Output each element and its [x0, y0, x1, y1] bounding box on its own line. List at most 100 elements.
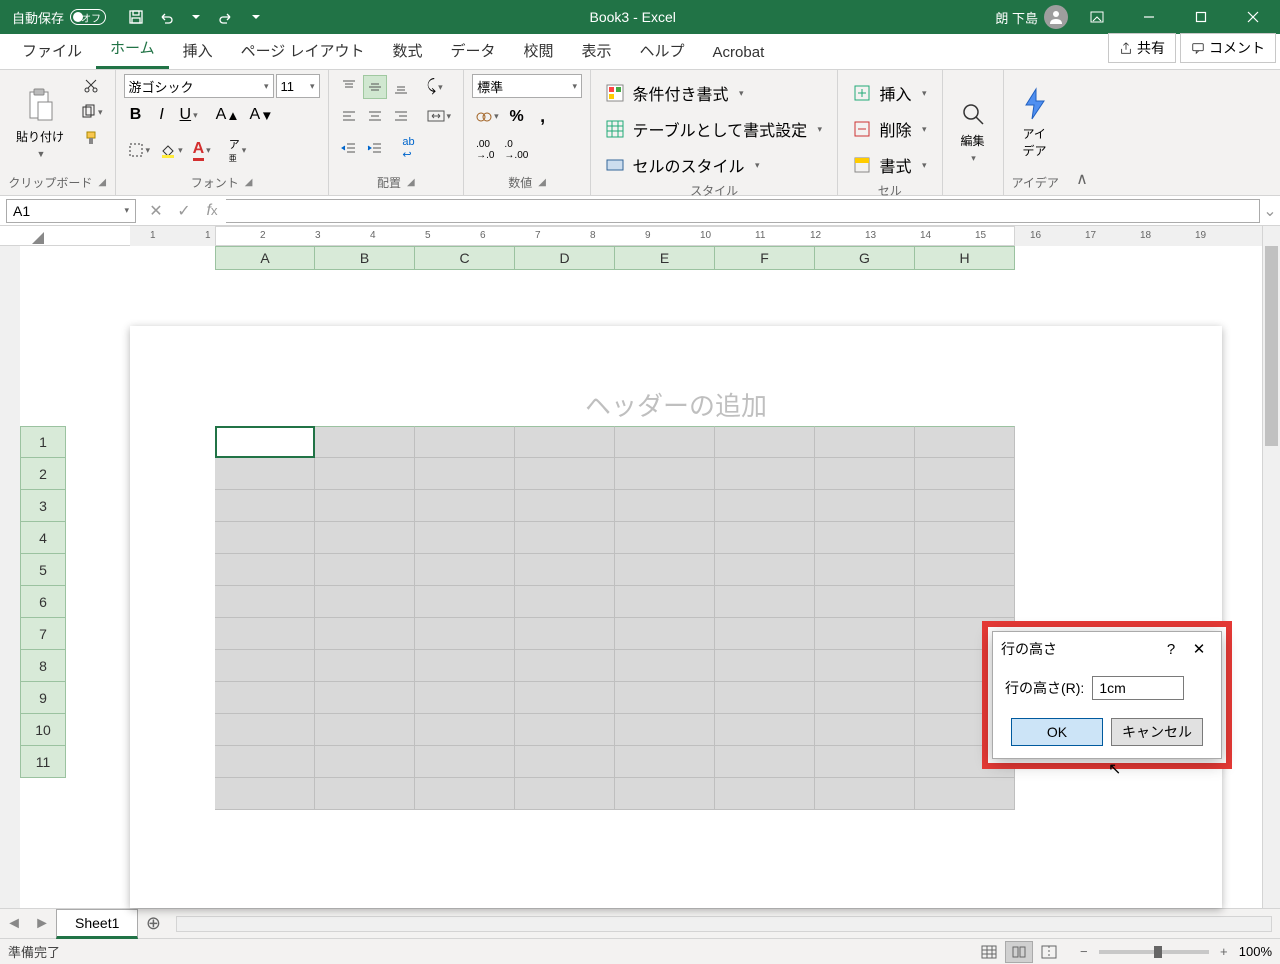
row-header[interactable]: 10 [20, 714, 66, 746]
cell[interactable] [315, 746, 415, 778]
cell[interactable] [715, 490, 815, 522]
cell[interactable] [315, 554, 415, 586]
expand-formula-bar[interactable]: ⌄ [1260, 201, 1280, 221]
format-painter-button[interactable] [76, 126, 107, 150]
autosave-toggle[interactable]: 自動保存 オフ [12, 8, 106, 27]
cell[interactable] [215, 618, 315, 650]
font-color-button[interactable]: A▾ [189, 136, 215, 165]
cell[interactable] [515, 650, 615, 682]
column-header[interactable]: F [715, 246, 815, 270]
undo-icon[interactable] [152, 3, 180, 31]
tab-home[interactable]: ホーム [96, 29, 169, 69]
normal-view-button[interactable] [975, 941, 1003, 963]
qat-more-icon[interactable] [242, 3, 270, 31]
italic-button[interactable]: I [150, 102, 174, 128]
cell[interactable] [515, 426, 615, 458]
row-header[interactable]: 6 [20, 586, 66, 618]
header-placeholder[interactable]: ヘッダーの追加 [130, 386, 1222, 423]
cell[interactable] [515, 618, 615, 650]
cell[interactable] [715, 426, 815, 458]
add-sheet-button[interactable]: ⊕ [138, 909, 168, 939]
cell[interactable] [215, 650, 315, 682]
cell[interactable] [315, 618, 415, 650]
cell[interactable] [215, 554, 315, 586]
cell[interactable] [515, 714, 615, 746]
cell[interactable] [515, 586, 615, 618]
maximize-icon[interactable] [1178, 0, 1224, 34]
cell[interactable] [615, 618, 715, 650]
user-account[interactable]: 朗 下島 [995, 5, 1068, 29]
cell[interactable] [615, 458, 715, 490]
row-header[interactable]: 2 [20, 458, 66, 490]
phonetic-button[interactable]: ア亜▾ [225, 132, 251, 168]
cell[interactable] [615, 650, 715, 682]
cell[interactable] [515, 746, 615, 778]
font-launcher[interactable]: ◢ [245, 177, 253, 188]
cell[interactable] [715, 682, 815, 714]
cell[interactable] [315, 522, 415, 554]
ribbon-display-icon[interactable] [1074, 0, 1120, 34]
number-format-select[interactable]: 標準▾ [472, 74, 582, 98]
row-height-input[interactable] [1092, 676, 1184, 700]
row-header[interactable]: 8 [20, 650, 66, 682]
enter-formula-button[interactable]: ✓ [170, 199, 198, 223]
increase-font-button[interactable]: A▲ [212, 102, 244, 128]
cell[interactable] [915, 490, 1015, 522]
tab-help[interactable]: ヘルプ [626, 32, 699, 69]
cell[interactable] [715, 618, 815, 650]
cell[interactable] [715, 458, 815, 490]
row-header[interactable]: 4 [20, 522, 66, 554]
cell[interactable] [315, 778, 415, 810]
cell[interactable] [415, 650, 515, 682]
cell[interactable] [515, 458, 615, 490]
align-right-button[interactable] [389, 104, 413, 128]
decrease-indent-button[interactable] [337, 137, 361, 161]
cell[interactable] [415, 490, 515, 522]
merge-button[interactable]: ▾ [423, 104, 456, 128]
cell[interactable] [915, 426, 1015, 458]
cell[interactable] [815, 618, 915, 650]
close-icon[interactable] [1230, 0, 1276, 34]
spreadsheet-grid[interactable] [215, 426, 1015, 810]
cell[interactable] [315, 714, 415, 746]
cell[interactable] [415, 522, 515, 554]
select-all-button[interactable] [28, 228, 46, 246]
cell[interactable] [515, 490, 615, 522]
cell[interactable] [415, 746, 515, 778]
cell[interactable] [915, 778, 1015, 810]
page-layout-view-button[interactable] [1005, 941, 1033, 963]
horizontal-ruler[interactable] [0, 226, 1262, 246]
format-as-table-button[interactable]: テーブルとして書式設定 ▾ [599, 114, 829, 144]
cell[interactable] [615, 554, 715, 586]
cell[interactable] [815, 522, 915, 554]
tab-insert[interactable]: 挿入 [169, 32, 227, 69]
cell[interactable] [615, 778, 715, 810]
fill-color-button[interactable]: ▾ [156, 138, 187, 162]
copy-button[interactable]: ▾ [76, 100, 107, 124]
cancel-formula-button[interactable]: ✕ [142, 199, 170, 223]
cell[interactable] [815, 586, 915, 618]
column-header[interactable]: C [415, 246, 515, 270]
cell[interactable] [415, 458, 515, 490]
number-launcher[interactable]: ◢ [538, 177, 546, 188]
cell[interactable] [615, 682, 715, 714]
cell[interactable] [815, 554, 915, 586]
cell[interactable] [515, 778, 615, 810]
page-break-view-button[interactable] [1035, 941, 1063, 963]
vertical-scrollbar[interactable] [1262, 226, 1280, 908]
cell[interactable] [615, 490, 715, 522]
tab-view[interactable]: 表示 [568, 32, 626, 69]
cell[interactable] [615, 746, 715, 778]
row-header[interactable]: 3 [20, 490, 66, 522]
horizontal-scrollbar[interactable] [176, 916, 1272, 932]
dialog-close-button[interactable]: ✕ [1185, 635, 1213, 663]
cell[interactable] [215, 714, 315, 746]
tab-formulas[interactable]: 数式 [378, 32, 436, 69]
sheet-tab-1[interactable]: Sheet1 [56, 909, 138, 939]
align-center-button[interactable] [363, 104, 387, 128]
zoom-slider[interactable] [1099, 950, 1209, 954]
cell[interactable] [315, 458, 415, 490]
row-header[interactable]: 7 [20, 618, 66, 650]
column-header[interactable]: E [615, 246, 715, 270]
font-name-select[interactable]: 游ゴシック▾ [124, 74, 274, 98]
